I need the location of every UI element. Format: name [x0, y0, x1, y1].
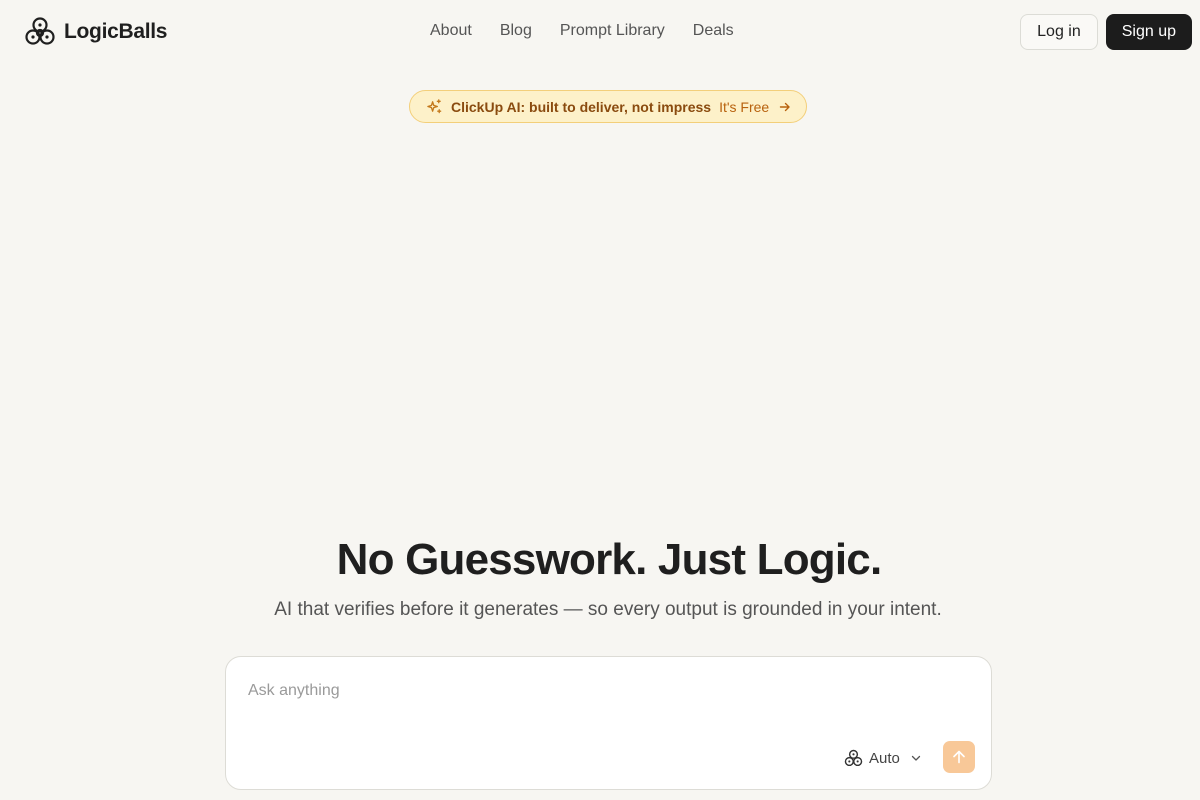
nav-blog[interactable]: Blog: [500, 20, 532, 42]
promo-cta: It's Free: [719, 98, 770, 115]
arrow-right-icon: [780, 102, 790, 111]
main-nav: About Blog Prompt Library Deals: [430, 20, 734, 42]
model-selector[interactable]: Auto: [844, 747, 922, 769]
hero-subtitle: AI that verifies before it generates — s…: [274, 599, 942, 620]
model-label: Auto: [869, 749, 900, 767]
promo-banner[interactable]: ClickUp AI: built to deliver, not impres…: [409, 90, 807, 123]
page: LogicBalls About Blog Prompt Library Dea…: [0, 0, 1200, 800]
auth-buttons: Log in Sign up: [1020, 14, 1192, 50]
brand-name: LogicBalls: [64, 20, 168, 43]
chat-input[interactable]: [248, 679, 948, 703]
nav-prompt-library[interactable]: Prompt Library: [560, 20, 665, 42]
nav-about[interactable]: About: [430, 20, 472, 42]
chat-box: Auto: [225, 656, 992, 790]
hero-title: No Guesswork. Just Logic.: [336, 535, 883, 584]
chevron-down-icon: [911, 755, 921, 761]
nav-deals[interactable]: Deals: [693, 20, 734, 42]
send-button[interactable]: [943, 741, 975, 773]
logicballs-logo-icon: [844, 749, 863, 766]
brand-logo-link[interactable]: LogicBalls: [24, 16, 168, 48]
arrow-up-icon: [953, 750, 965, 764]
sparkle-icon: [427, 99, 442, 114]
signup-button[interactable]: Sign up: [1105, 14, 1192, 50]
promo-text: ClickUp AI: built to deliver, not impres…: [451, 98, 712, 115]
top-header: LogicBalls About Blog Prompt Library Dea…: [0, 0, 1200, 64]
logicballs-logo-icon: [25, 17, 55, 45]
login-button[interactable]: Log in: [1020, 14, 1098, 50]
